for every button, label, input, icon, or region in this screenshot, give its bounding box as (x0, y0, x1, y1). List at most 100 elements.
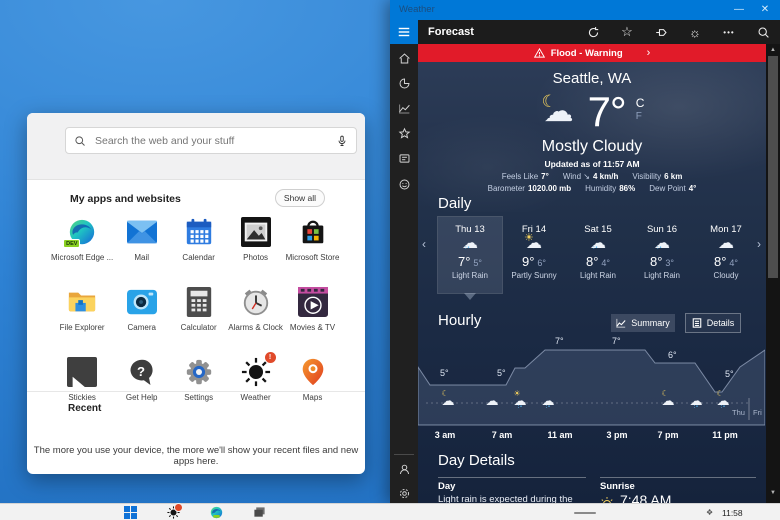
pin-button[interactable] (644, 26, 678, 39)
microphone-icon[interactable] (336, 135, 348, 147)
sidebar-item-feedback[interactable] (390, 173, 418, 195)
daily-prev-chevron[interactable]: ‹ (422, 237, 426, 251)
sidebar-item-historical-weather[interactable] (390, 97, 418, 119)
daily-high: 8° (649, 254, 663, 269)
taskbar: ❖ 11:58 (0, 503, 780, 520)
app-label: Microsoft Store (285, 253, 340, 262)
show-all-button[interactable]: Show all (275, 189, 325, 207)
app-tile-photos[interactable]: Photos (227, 215, 284, 263)
app-tile-calendar[interactable]: Calendar (170, 215, 227, 263)
app-label: Alarms & Clock (228, 323, 283, 332)
refresh-button[interactable] (576, 26, 610, 39)
weather-sun-icon: ! (239, 352, 276, 389)
daily-condition: Partly Sunny (511, 271, 557, 280)
daily-day: Thu 13 (455, 224, 485, 235)
app-tile-mail[interactable]: Mail (113, 215, 170, 263)
details-tab-button[interactable]: Details (685, 313, 741, 333)
app-tile-microsoft-edge[interactable]: DEV Microsoft Edge ... (51, 215, 113, 263)
scroll-up-icon[interactable]: ▲ (766, 47, 780, 53)
app-tile-alarms-clock[interactable]: Alarms & Clock (227, 285, 284, 333)
taskbar-weather-button[interactable] (167, 503, 183, 519)
unit-fahrenheit-toggle[interactable]: F (636, 110, 645, 123)
launcher-panel: My apps and websites Show all DEV Micros… (27, 113, 365, 474)
section-divider (27, 391, 365, 392)
sidebar-item-forecast[interactable] (390, 47, 418, 69)
summary-tab-button[interactable]: Summary (611, 314, 675, 332)
hourly-temp-label: 6° (668, 350, 677, 360)
app-tile-camera[interactable]: Camera (113, 285, 170, 333)
condition-text: Mostly Cloudy (541, 138, 643, 155)
summary-label: Summary (631, 318, 670, 328)
search-button[interactable] (746, 26, 780, 39)
column-divider (438, 477, 586, 478)
temperature-area-chart (418, 349, 765, 426)
search-icon (758, 27, 769, 38)
sidebar-item-favorites[interactable] (390, 122, 418, 144)
day-boundary-right: Fri (753, 408, 762, 417)
sidebar-item-news[interactable] (390, 147, 418, 169)
app-tile-maps[interactable]: Maps (284, 355, 341, 403)
app-tile-stickies[interactable]: Stickies (51, 355, 113, 403)
hourly-summary-chart[interactable]: 5° 5° 7° 7° 6° 5° ☾ ☁ ☁ ☀ ☁:• ☁:• ☾ ☁ ☁:• ☾… (418, 336, 765, 448)
daily-day: Sun 16 (646, 224, 678, 235)
sidebar-item-account[interactable] (390, 458, 418, 480)
tray-icon[interactable]: ❖ (706, 508, 713, 517)
feels-like: Feels Like 7° (501, 172, 549, 181)
clock[interactable]: 11:58 (722, 508, 743, 518)
more-button[interactable]: ••• (712, 28, 746, 37)
hourly-icon-cloudy-night: ☾ ☁ (441, 389, 455, 408)
day-label: Day (438, 481, 456, 492)
daily-card-sat[interactable]: Sat 15 ☁:• 8° 4° Light Rain (566, 217, 630, 293)
smiley-icon (399, 179, 409, 189)
current-temperature: 7° (587, 88, 627, 135)
search-input[interactable] (93, 133, 329, 148)
vertical-scrollbar[interactable]: ▲ ▼ (766, 44, 780, 503)
daily-low: 5° (473, 258, 483, 268)
app-tile-microsoft-store[interactable]: Microsoft Store (284, 215, 341, 263)
app-label: Movies & TV (289, 323, 336, 332)
daily-card-mon[interactable]: Mon 17 ☁ 8° 4° Cloudy (694, 217, 758, 293)
start-button[interactable] (124, 506, 137, 519)
hourly-time-label: 11 am (547, 430, 573, 440)
hamburger-menu-button[interactable] (390, 20, 418, 44)
task-view-button[interactable] (253, 506, 266, 519)
app-tile-weather[interactable]: ! Weather (227, 352, 284, 403)
scroll-down-icon[interactable]: ▼ (766, 490, 780, 496)
light-rain-icon: ☁:• (654, 235, 670, 252)
recent-heading: Recent (68, 403, 102, 414)
news-icon (399, 153, 409, 163)
scrollbar-thumb[interactable] (768, 56, 778, 278)
daily-low: 4° (729, 258, 739, 268)
search-box[interactable] (65, 127, 357, 154)
home-icon (398, 52, 410, 63)
close-button[interactable]: ✕ (756, 2, 774, 18)
daily-high: 9° (521, 254, 535, 269)
app-label: Camera (127, 323, 156, 332)
hourly-time-label: 7 am (491, 430, 513, 440)
app-tile-calculator[interactable]: Calculator (170, 285, 227, 333)
dew-point: Dew Point 4° (649, 184, 697, 193)
sidebar-item-settings[interactable] (390, 482, 418, 503)
hourly-icon-rain: ☁:• (541, 393, 555, 410)
taskbar-edge-button[interactable] (210, 506, 223, 519)
minimize-button[interactable]: — (730, 2, 748, 18)
app-tile-get-help[interactable]: ? Get Help (113, 355, 170, 403)
daily-card-thu[interactable]: Thu 13 ☁:• 7° 5° Light Rain (437, 216, 503, 300)
sidebar-item-maps[interactable] (390, 72, 418, 94)
unit-celsius-toggle[interactable]: C (636, 97, 645, 110)
favorite-button[interactable]: ☆ (610, 24, 644, 40)
app-tile-settings[interactable]: Settings (170, 355, 227, 403)
star-icon (398, 127, 410, 139)
taskbar-handle[interactable] (574, 512, 596, 514)
window-titlebar[interactable]: Weather — ✕ (390, 0, 780, 20)
app-tile-file-explorer[interactable]: File Explorer (51, 285, 113, 333)
daily-card-fri[interactable]: Fri 14 ☀ ☁ 9° 6° Partly Sunny (502, 217, 566, 293)
current-conditions-button[interactable]: ☼ (678, 25, 712, 40)
daily-card-sun[interactable]: Sun 16 ☁:• 8° 3° Light Rain (630, 217, 694, 293)
app-label: Settings (184, 393, 214, 402)
app-tile-movies-tv[interactable]: Movies & TV (284, 285, 341, 333)
light-rain-icon: ☁:• (590, 235, 606, 252)
location-title: Seattle, WA (552, 70, 632, 87)
details-label: Details (706, 318, 735, 328)
alert-banner[interactable]: Flood - Warning › (418, 44, 766, 62)
